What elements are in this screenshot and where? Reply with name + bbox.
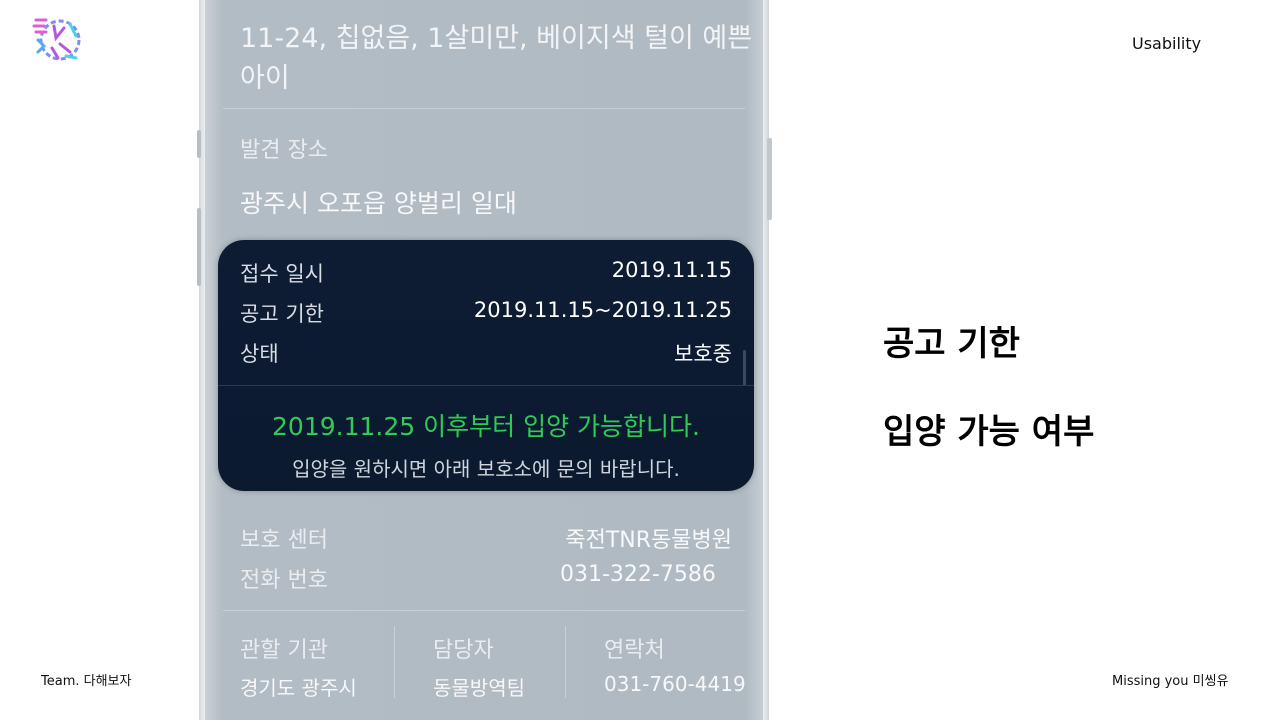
phone-side-button [197,130,201,158]
notice-period-label: 공고 기한 [240,302,324,326]
post-title-continued: 아이 [240,63,290,94]
footer-team: Team. 다해보자 [41,674,132,689]
divider [218,385,754,386]
received-date-value: 2019.11.15 [611,258,732,282]
contact-shelter-notice: 입양을 원하시면 아래 보호소에 문의 바랍니다. [292,457,680,481]
status-label: 상태 [240,342,279,366]
received-date-label: 접수 일시 [240,262,324,286]
contact-header: 연락처 [604,638,665,663]
scrollbar[interactable] [743,350,746,386]
column-divider [565,626,566,698]
shelter-value[interactable]: 죽전TNR동물병원 [565,522,732,554]
footer-project: Missing you 미씽유 [1112,674,1229,689]
status-value: 보호중 [674,342,732,366]
found-place-value: 광주시 오포읍 양벌리 일대 [240,189,517,218]
phone-side-button [197,208,201,286]
found-place-label: 발견 장소 [240,138,328,163]
divider [223,610,745,611]
contact-value[interactable]: 031-760-4419 [604,672,746,696]
authority-value: 경기도 광주시 [240,676,357,700]
shelter-label: 보호 센터 [240,528,328,553]
phone-screen: 11-24, 칩없음, 1살미만, 베이지색 털이 예쁜 아이 발견 장소 광주… [205,0,763,720]
authority-header: 관할 기관 [240,638,328,663]
phone-power-button [767,138,772,220]
adoption-availability-notice: 2019.11.25 이후부터 입양 가능합니다. [272,412,700,441]
phone-frame-right [763,0,769,720]
phone-number-value[interactable]: 031-322-7586 [560,562,716,587]
team-logo [32,18,81,61]
notice-period-value: 2019.11.15~2019.11.25 [473,298,732,322]
highlight-deadline: 공고 기한 [883,324,1020,364]
announcement-card: 접수 일시 2019.11.15 공고 기한 2019.11.15~2019.1… [218,240,754,491]
manager-value: 동물방역팀 [433,676,525,700]
phone-number-label: 전화 번호 [240,568,328,593]
divider [223,108,745,109]
manager-header: 담당자 [433,638,494,663]
column-divider [394,626,395,698]
highlight-adoption-availability: 입양 가능 여부 [883,412,1095,452]
post-title: 11-24, 칩없음, 1살미만, 베이지색 털이 예쁜 [240,23,753,54]
section-label: Usability [1132,34,1202,53]
